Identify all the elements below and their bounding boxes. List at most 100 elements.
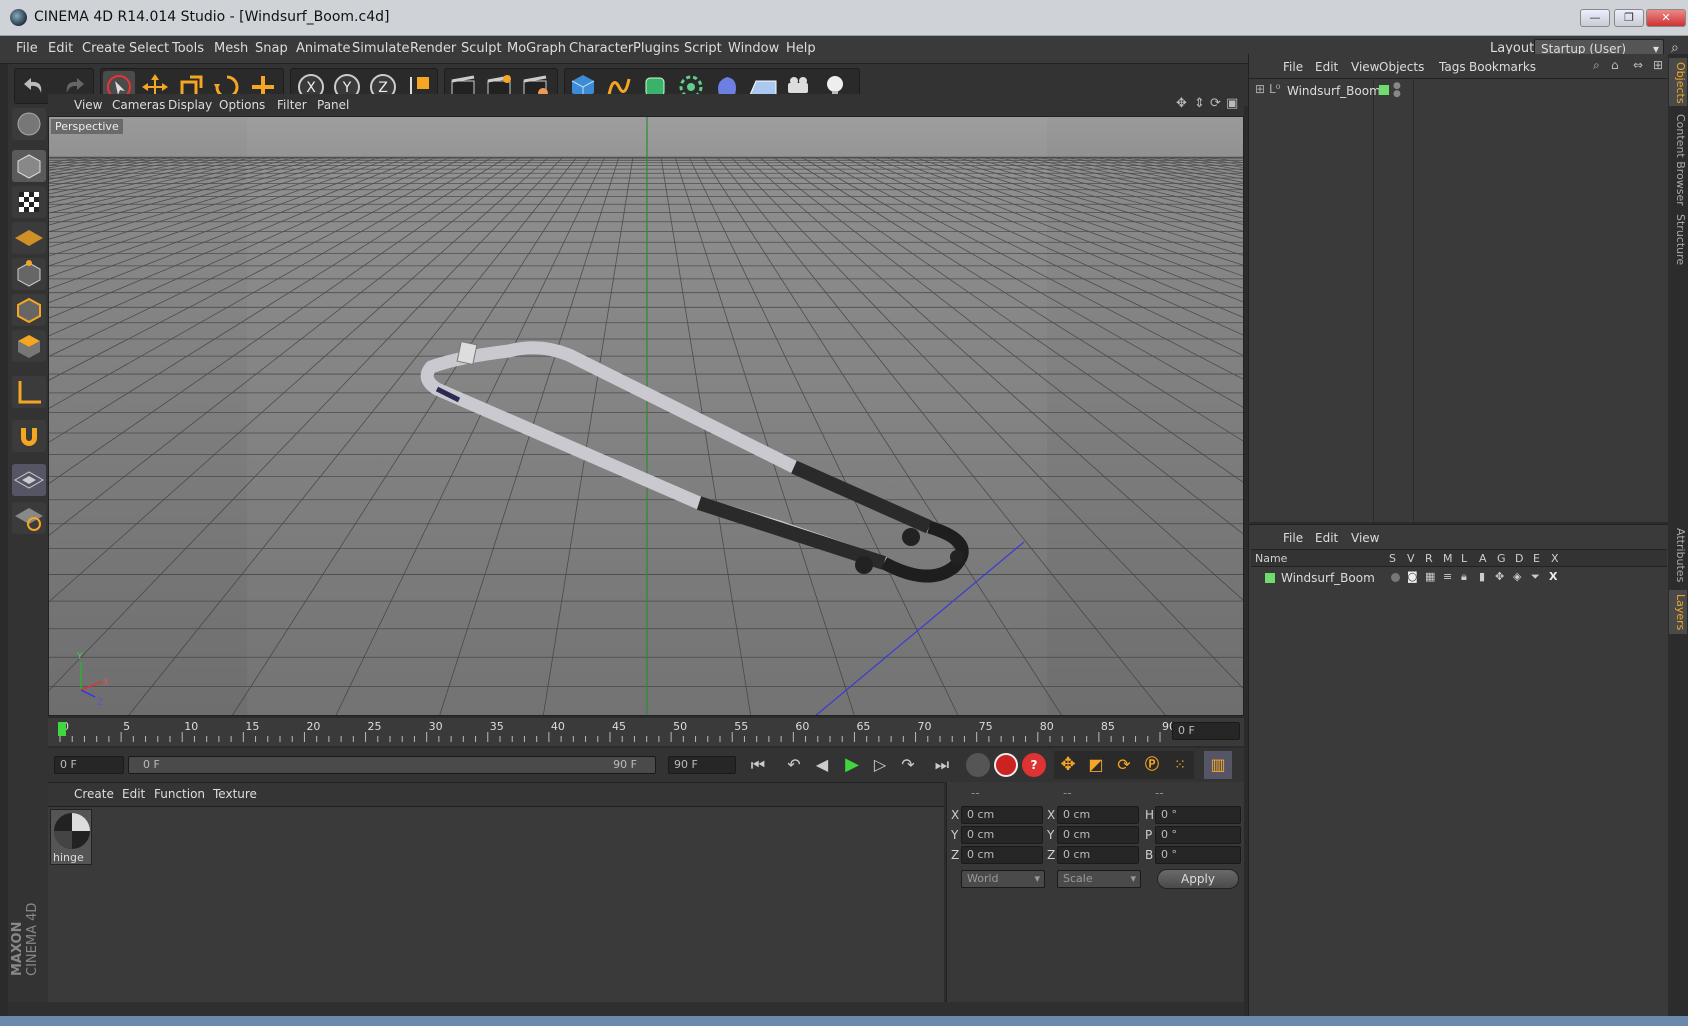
col-manager[interactable]: M [1443, 552, 1453, 565]
close-icon[interactable]: ✕ [1646, 9, 1686, 27]
make-editable-icon[interactable] [12, 108, 46, 140]
menu-file[interactable]: File [16, 41, 38, 56]
rotation-h-field[interactable]: 0 ° [1155, 806, 1241, 824]
animation-toggle-icon[interactable]: ▮ [1479, 570, 1485, 583]
timeline-window-icon[interactable]: ▥ [1204, 751, 1232, 779]
edges-mode-icon[interactable] [12, 294, 46, 326]
rotation-p-field[interactable]: 0 ° [1155, 826, 1241, 844]
viewport-menu-options[interactable]: Options [219, 98, 265, 112]
object-menu-bookmarks[interactable]: Bookmarks [1469, 60, 1536, 74]
manager-toggle-icon[interactable]: ≡ [1443, 570, 1452, 583]
timeline-ruler[interactable]: 051015202530354045505560657075808590 0 F [48, 718, 1244, 746]
menu-snap[interactable]: Snap [255, 41, 288, 56]
viewport-zoom-icon[interactable]: ⇕ [1194, 96, 1205, 111]
collapse-icon[interactable]: ⇔ [1633, 58, 1643, 72]
texture-mode-icon[interactable] [12, 186, 46, 218]
menu-edit[interactable]: Edit [48, 41, 73, 56]
menu-simulate[interactable]: Simulate [352, 41, 409, 56]
key-position-icon[interactable]: ✥ [1054, 751, 1082, 779]
menu-select[interactable]: Select [129, 41, 169, 56]
size-z-field[interactable]: 0 cm [1057, 846, 1139, 864]
col-name[interactable]: Name [1255, 552, 1287, 565]
menu-animate[interactable]: Animate [296, 41, 350, 56]
apply-button[interactable]: Apply [1157, 869, 1239, 889]
col-render[interactable]: R [1425, 552, 1433, 565]
key-pla-icon[interactable]: ⁙ [1166, 751, 1194, 779]
col-generators[interactable]: G [1497, 552, 1506, 565]
visibility-dots-icon[interactable]: ● ● [1393, 82, 1401, 99]
col-animation[interactable]: A [1479, 552, 1487, 565]
viewport-menu-filter[interactable]: Filter [277, 98, 307, 112]
material-swatch[interactable]: hinge [50, 809, 92, 865]
object-menu-tags[interactable]: Tags [1439, 60, 1466, 74]
goto-end-icon[interactable]: ⏭ [928, 751, 956, 779]
key-rotation-icon[interactable]: ⟳ [1110, 751, 1138, 779]
col-xref[interactable]: X [1551, 552, 1559, 565]
home-icon[interactable]: ⌂ [1611, 58, 1619, 72]
magnet-icon[interactable] [12, 420, 46, 452]
key-scale-icon[interactable]: ◩ [1082, 751, 1110, 779]
key-parameter-icon[interactable]: Ⓟ [1138, 751, 1166, 779]
layer-menu-edit[interactable]: Edit [1315, 531, 1338, 545]
object-menu-view[interactable]: View [1351, 60, 1379, 74]
layer-row[interactable]: Windsurf_Boom ◙ ▦ ≡ 🔒︎ ▮ ✥ ◈ ⏷ X [1251, 569, 1667, 587]
deformer-toggle-icon[interactable]: ◈ [1513, 570, 1521, 583]
solo-toggle[interactable] [1391, 573, 1400, 582]
position-x-field[interactable]: 0 cm [961, 806, 1043, 824]
lock-toggle-icon[interactable]: 🔒︎ [1461, 570, 1467, 584]
autokey-icon[interactable] [994, 753, 1018, 777]
view-toggle-icon[interactable]: ◙ [1407, 570, 1418, 583]
workplane-icon[interactable] [12, 222, 46, 254]
material-menu-create[interactable]: Create [74, 787, 114, 801]
menu-plugins[interactable]: Plugins [633, 41, 680, 56]
position-z-field[interactable]: 0 cm [961, 846, 1043, 864]
model-mode-icon[interactable] [12, 150, 46, 182]
next-key-icon[interactable]: ↷ [894, 751, 922, 779]
restore-icon[interactable]: ❐ [1614, 9, 1644, 27]
tab-objects[interactable]: Objects [1669, 58, 1687, 106]
material-menu-function[interactable]: Function [154, 787, 205, 801]
object-menu-edit[interactable]: Edit [1315, 60, 1338, 74]
current-frame-field[interactable]: 0 F [1172, 722, 1240, 740]
points-mode-icon[interactable] [12, 258, 46, 290]
object-menu-file[interactable]: File [1283, 60, 1303, 74]
preview-range-slider[interactable]: 0 F 90 F [128, 756, 656, 774]
menu-create[interactable]: Create [82, 41, 125, 56]
snap-icon[interactable] [12, 464, 46, 496]
generator-toggle-icon[interactable]: ✥ [1495, 570, 1504, 583]
col-locked[interactable]: L [1461, 552, 1467, 565]
expand-icon[interactable]: ⊞ [1255, 82, 1265, 96]
object-menu-objects[interactable]: Objects [1379, 60, 1424, 74]
viewport-menu-panel[interactable]: Panel [317, 98, 349, 112]
col-solo[interactable]: S [1389, 552, 1396, 565]
expression-toggle-icon[interactable]: ⏷ [1531, 570, 1540, 584]
layer-menu-file[interactable]: File [1283, 531, 1303, 545]
start-frame-field[interactable]: 0 F [54, 756, 124, 774]
xref-toggle-icon[interactable]: X [1549, 570, 1557, 583]
layer-menu-view[interactable]: View [1351, 531, 1379, 545]
lock-workplane-icon[interactable] [12, 502, 46, 534]
viewport-maximize-icon[interactable]: ▣ [1226, 96, 1238, 111]
menu-render[interactable]: Render [410, 41, 456, 56]
minimize-icon[interactable]: — [1580, 9, 1610, 27]
tab-structure[interactable]: Structure [1669, 210, 1687, 270]
menu-help[interactable]: Help [786, 41, 816, 56]
material-menu-edit[interactable]: Edit [122, 787, 145, 801]
viewport-menu-cameras[interactable]: Cameras [112, 98, 165, 112]
menu-mograph[interactable]: MoGraph [507, 41, 566, 56]
position-y-field[interactable]: 0 cm [961, 826, 1043, 844]
viewport-menu-display[interactable]: Display [168, 98, 212, 112]
menu-tools[interactable]: Tools [172, 41, 204, 56]
col-deformers[interactable]: D [1515, 552, 1523, 565]
search-icon[interactable]: ⌕ [1593, 58, 1600, 73]
viewport-rotate-icon[interactable]: ⟳ [1210, 96, 1221, 111]
menu-sculpt[interactable]: Sculpt [461, 41, 502, 56]
render-toggle-icon[interactable]: ▦ [1425, 570, 1435, 583]
current-frame-marker[interactable] [58, 722, 66, 736]
viewport-menu-view[interactable]: View [74, 98, 102, 112]
goto-start-icon[interactable]: ⏮ [744, 751, 772, 779]
axis-icon[interactable] [12, 376, 46, 408]
size-x-field[interactable]: 0 cm [1057, 806, 1139, 824]
prev-frame-icon[interactable]: ◀ [808, 751, 836, 779]
object-row[interactable]: ⊞ L⁰ Windsurf_Boom ● ● [1253, 82, 1653, 100]
